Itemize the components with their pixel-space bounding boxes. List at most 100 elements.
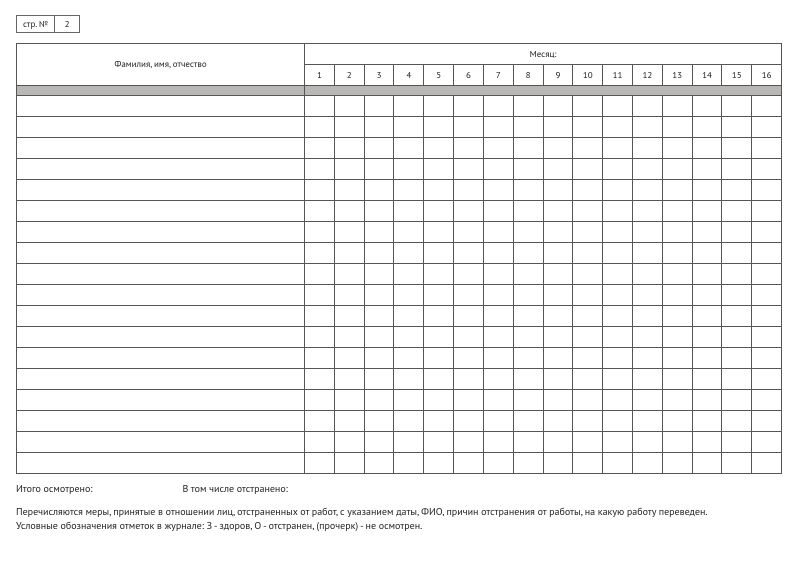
cell-day <box>573 180 603 201</box>
header-day-13: 13 <box>662 65 692 86</box>
cell-day <box>662 348 692 369</box>
cell-day <box>483 411 513 432</box>
cell-day <box>722 201 752 222</box>
cell-day <box>573 138 603 159</box>
cell-day <box>603 369 633 390</box>
table-row <box>17 285 782 306</box>
cell-day <box>543 285 573 306</box>
cell-day <box>662 201 692 222</box>
cell-day <box>334 369 364 390</box>
cell-day <box>632 432 662 453</box>
cell-day <box>483 453 513 474</box>
cell-day <box>334 348 364 369</box>
cell-name <box>17 306 305 327</box>
cell-day <box>454 453 484 474</box>
header-day-6: 6 <box>454 65 484 86</box>
cell-day <box>513 348 543 369</box>
cell-day <box>573 201 603 222</box>
cell-name <box>17 222 305 243</box>
cell-day <box>305 159 335 180</box>
cell-day <box>662 306 692 327</box>
cell-day <box>364 222 394 243</box>
cell-day <box>662 138 692 159</box>
cell-day <box>334 243 364 264</box>
cell-day <box>573 348 603 369</box>
cell-day <box>692 159 722 180</box>
cell-day <box>513 369 543 390</box>
cell-day <box>394 222 424 243</box>
cell-day <box>394 453 424 474</box>
cell-day <box>752 411 782 432</box>
table-row <box>17 390 782 411</box>
cell-day <box>513 201 543 222</box>
cell-day <box>424 117 454 138</box>
cell-day <box>603 96 633 117</box>
cell-day <box>573 117 603 138</box>
cell-day <box>632 96 662 117</box>
page-number-box: стр. № 2 <box>16 15 80 33</box>
cell-day <box>483 201 513 222</box>
cell-day <box>424 180 454 201</box>
cell-day <box>454 96 484 117</box>
cell-day <box>632 390 662 411</box>
cell-name <box>17 327 305 348</box>
cell-day <box>603 117 633 138</box>
cell-day <box>454 327 484 348</box>
table-row <box>17 411 782 432</box>
cell-day <box>334 201 364 222</box>
cell-day <box>513 96 543 117</box>
cell-day <box>573 96 603 117</box>
cell-day <box>662 285 692 306</box>
cell-day <box>424 390 454 411</box>
cell-day <box>424 243 454 264</box>
cell-day <box>722 180 752 201</box>
table-body <box>17 86 782 474</box>
cell-day <box>543 327 573 348</box>
cell-name <box>17 138 305 159</box>
cell-day <box>364 348 394 369</box>
cell-day <box>483 96 513 117</box>
separator-cell <box>17 86 305 96</box>
cell-day <box>454 243 484 264</box>
cell-day <box>752 390 782 411</box>
cell-day <box>424 306 454 327</box>
cell-day <box>305 264 335 285</box>
table-row <box>17 222 782 243</box>
cell-day <box>752 201 782 222</box>
header-day-16: 16 <box>752 65 782 86</box>
table-row <box>17 432 782 453</box>
page-number-label: стр. № <box>17 16 55 32</box>
cell-day <box>692 201 722 222</box>
cell-day <box>394 285 424 306</box>
cell-day <box>752 222 782 243</box>
table-row <box>17 138 782 159</box>
cell-day <box>752 264 782 285</box>
cell-day <box>483 138 513 159</box>
cell-name <box>17 201 305 222</box>
cell-name <box>17 390 305 411</box>
cell-day <box>692 117 722 138</box>
cell-day <box>454 201 484 222</box>
cell-day <box>394 138 424 159</box>
cell-name <box>17 369 305 390</box>
cell-day <box>692 180 722 201</box>
cell-day <box>454 432 484 453</box>
page-number-value: 2 <box>55 16 79 32</box>
cell-day <box>513 243 543 264</box>
cell-day <box>483 432 513 453</box>
cell-day <box>334 222 364 243</box>
cell-day <box>305 390 335 411</box>
footnote: Перечисляются меры, принятые в отношении… <box>16 505 782 532</box>
cell-day <box>662 432 692 453</box>
cell-day <box>752 453 782 474</box>
header-day-3: 3 <box>364 65 394 86</box>
cell-day <box>722 411 752 432</box>
cell-day <box>632 243 662 264</box>
cell-day <box>364 285 394 306</box>
cell-day <box>692 96 722 117</box>
cell-day <box>573 432 603 453</box>
cell-day <box>603 453 633 474</box>
cell-day <box>722 264 752 285</box>
cell-day <box>334 117 364 138</box>
cell-day <box>334 264 364 285</box>
